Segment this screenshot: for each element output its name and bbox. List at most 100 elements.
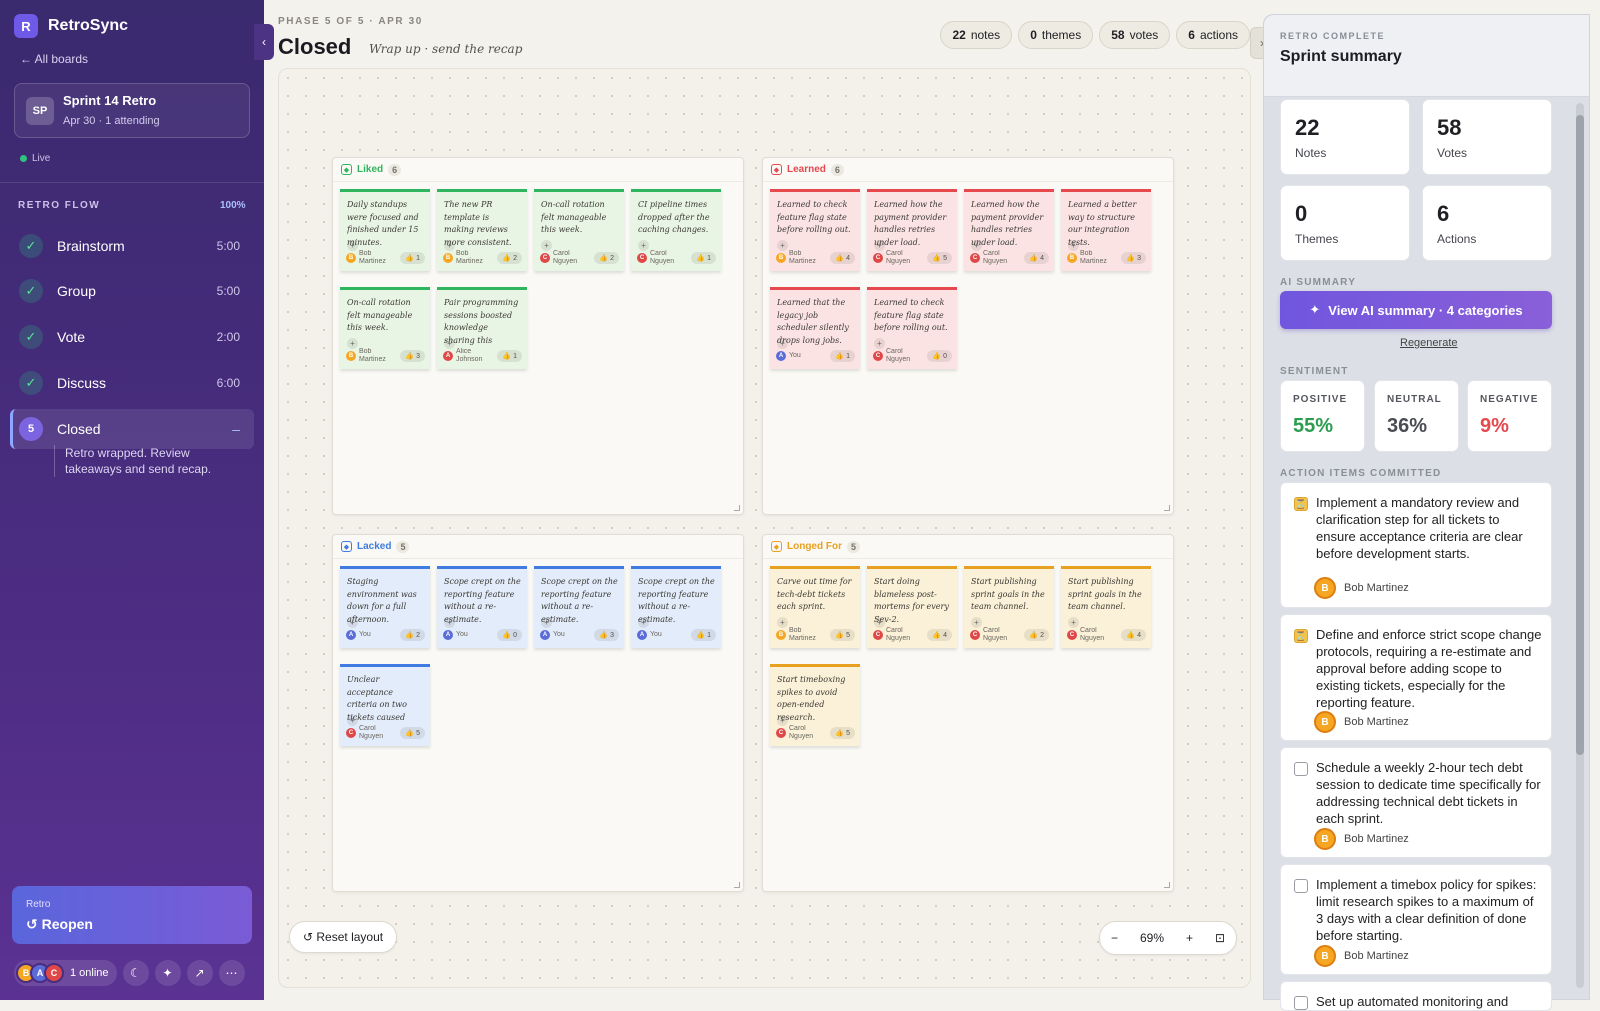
sticky-note[interactable]: Staging environment was down for a full … [340,566,430,648]
column-count: 6 [830,163,844,176]
vote-count: 👍 2 [1024,629,1049,641]
author-avatar: C [1067,630,1077,640]
checkbox-checked-icon[interactable]: ⏳ [1294,629,1308,643]
note-footer: C Carol Nguyen 👍 5 [346,725,425,741]
collapse-sidebar-chevron-icon[interactable]: ‹ [254,24,274,60]
sticky-note[interactable]: Unclear acceptance criteria on two ticke… [340,664,430,746]
sticky-note[interactable]: Start publishing sprint goals in the tea… [1061,566,1151,648]
checkbox-icon[interactable] [1294,762,1308,776]
vote-count: 👍 4 [1024,252,1049,264]
checkbox-checked-icon[interactable]: ⏳ [1294,497,1308,511]
ai-summary-heading: AI SUMMARY [1280,277,1357,288]
sticky-note[interactable]: On-call rotation felt manageable this we… [340,287,430,369]
sticky-note[interactable]: Start publishing sprint goals in the tea… [964,566,1054,648]
sticky-note[interactable]: Scope crept on the reporting feature wit… [534,566,624,648]
author-avatar: A [776,351,786,361]
author-avatar: C [873,253,883,263]
sticky-note[interactable]: CI pipeline times dropped after the cach… [631,189,721,271]
column-learned[interactable]: ◆ Learned 6 Learned to check feature flag s… [762,157,1174,515]
resize-handle[interactable] [1164,505,1170,511]
vote-value: 2 [1040,632,1044,639]
board-canvas[interactable]: ↺ Reset layout − 69% + ⊡ ◆ Liked 6 Daily st… [278,68,1251,988]
sticky-note[interactable]: Learned to check feature flag state befo… [770,189,860,271]
step-vote[interactable]: ✓ Vote 2:00 [10,317,254,357]
note-text: Scope crept on the reporting feature wit… [541,577,618,624]
column-header[interactable]: ◆ Liked 6 [333,158,743,182]
vote-count: 👍 5 [830,727,855,739]
sticky-note[interactable]: Learned how the payment provider handles… [964,189,1054,271]
regenerate-link[interactable]: Regenerate [1400,337,1458,349]
step-group[interactable]: ✓ Group 5:00 [10,271,254,311]
column-longed-for[interactable]: ◆ Longed For 5 Carve out time for tech-debt… [762,534,1174,892]
resize-handle[interactable] [734,882,740,888]
scrollbar-thumb[interactable] [1576,115,1584,755]
vote-value: 4 [943,632,947,639]
note-footer: A You 👍 1 [637,627,716,643]
vote-count: 👍 1 [691,252,716,264]
sticky-note[interactable]: Pair programming sessions boosted knowle… [437,287,527,369]
sidebar-footer: B A C 1 online ☾ ✦ ↗ ⋯ [14,958,254,988]
sticky-note[interactable]: Carve out time for tech-debt tickets eac… [770,566,860,648]
zoom-in-button[interactable]: + [1186,931,1193,945]
reopen-button[interactable]: Retro ↺ Reopen [12,886,252,944]
note-author: Carol Nguyen [886,627,911,642]
vote-count: 👍 4 [1121,629,1146,641]
sticky-note[interactable]: The new PR template is making reviews mo… [437,189,527,271]
sticky-note[interactable]: Daily standups were focused and finished… [340,189,430,271]
theme-moon-icon[interactable]: ☾ [122,960,149,986]
action-item[interactable]: ⏳ Implement a mandatory review and clari… [1280,482,1552,608]
checkbox-icon[interactable] [1294,996,1308,1010]
column-liked[interactable]: ◆ Liked 6 Daily standups were focused and f… [332,157,744,515]
action-item[interactable]: ⏳ Define and enforce strict scope change… [1280,614,1552,741]
board-card[interactable]: SP Sprint 14 Retro Apr 30 · 1 attending [14,83,250,138]
sticky-note[interactable]: Scope crept on the reporting feature wit… [631,566,721,648]
sticky-note[interactable]: Learned that the legacy job scheduler si… [770,287,860,369]
action-text: Implement a mandatory review and clarifi… [1316,495,1523,561]
step-discuss[interactable]: ✓ Discuss 6:00 [10,363,254,403]
zoom-out-button[interactable]: − [1111,931,1118,945]
step-brainstorm[interactable]: ✓ Brainstorm 5:00 [10,226,254,266]
more-icon[interactable]: ⋯ [218,960,245,986]
column-header[interactable]: ◆ Learned 6 [763,158,1173,182]
action-item[interactable]: Set up automated monitoring and [1280,981,1552,1011]
brand[interactable]: R RetroSync [14,14,128,38]
sticky-note[interactable]: Learned to check feature flag state befo… [867,287,957,369]
step-closed[interactable]: 5 Closed – [10,409,254,449]
note-author: Carol Nguyen [650,250,675,265]
note-footer: B Bob Martinez 👍 3 [346,348,425,364]
sticky-note[interactable]: Start timeboxing spikes to avoid open-en… [770,664,860,746]
column-header[interactable]: ◆ Lacked 5 [333,535,743,559]
author-avatar: C [776,728,786,738]
sticky-note[interactable]: Learned how the payment provider handles… [867,189,957,271]
column-header[interactable]: ◆ Longed For 5 [763,535,1173,559]
note-text: Learned how the payment provider handles… [971,200,1044,247]
note-footer: A Alice Johnson 👍 1 [443,348,522,364]
resize-handle[interactable] [734,505,740,511]
checkbox-icon[interactable] [1294,879,1308,893]
owner-avatar: B [1314,577,1336,599]
vote-count: 👍 3 [400,350,425,362]
note-author: Bob Martinez [456,250,483,265]
all-boards-link[interactable]: ← All boards [20,52,88,66]
author-avatar: C [540,253,550,263]
presence[interactable]: B A C 1 online [14,960,117,986]
sparkle-icon[interactable]: ✦ [154,960,181,986]
fit-view-icon[interactable]: ⊡ [1215,931,1225,945]
view-ai-summary-button[interactable]: ✦ View AI summary · 4 categories [1280,291,1552,329]
sentiment-positive: POSITIVE 55% [1280,380,1365,452]
board-subtitle: Apr 30 · 1 attending [63,115,160,127]
note-author: Carol Nguyen [983,627,1008,642]
sticky-note[interactable]: Start doing blameless post-mortems for e… [867,566,957,648]
resize-handle[interactable] [1164,882,1170,888]
action-item[interactable]: Schedule a weekly 2-hour tech debt sessi… [1280,747,1552,858]
stat-label: votes [1129,28,1159,42]
column-lacked[interactable]: ◆ Lacked 5 Staging environment was down for… [332,534,744,892]
action-item[interactable]: Implement a timebox policy for spikes: l… [1280,864,1552,975]
sticky-note[interactable]: Learned a better way to structure our in… [1061,189,1151,271]
sticky-note[interactable]: Scope crept on the reporting feature wit… [437,566,527,648]
share-icon[interactable]: ↗ [186,960,213,986]
note-text: Learned a better way to structure our in… [1068,200,1137,247]
reset-layout-button[interactable]: ↺ Reset layout [289,921,398,953]
sticky-note[interactable]: On-call rotation felt manageable this we… [534,189,624,271]
note-footer: C Carol Nguyen 👍 0 [873,348,952,364]
